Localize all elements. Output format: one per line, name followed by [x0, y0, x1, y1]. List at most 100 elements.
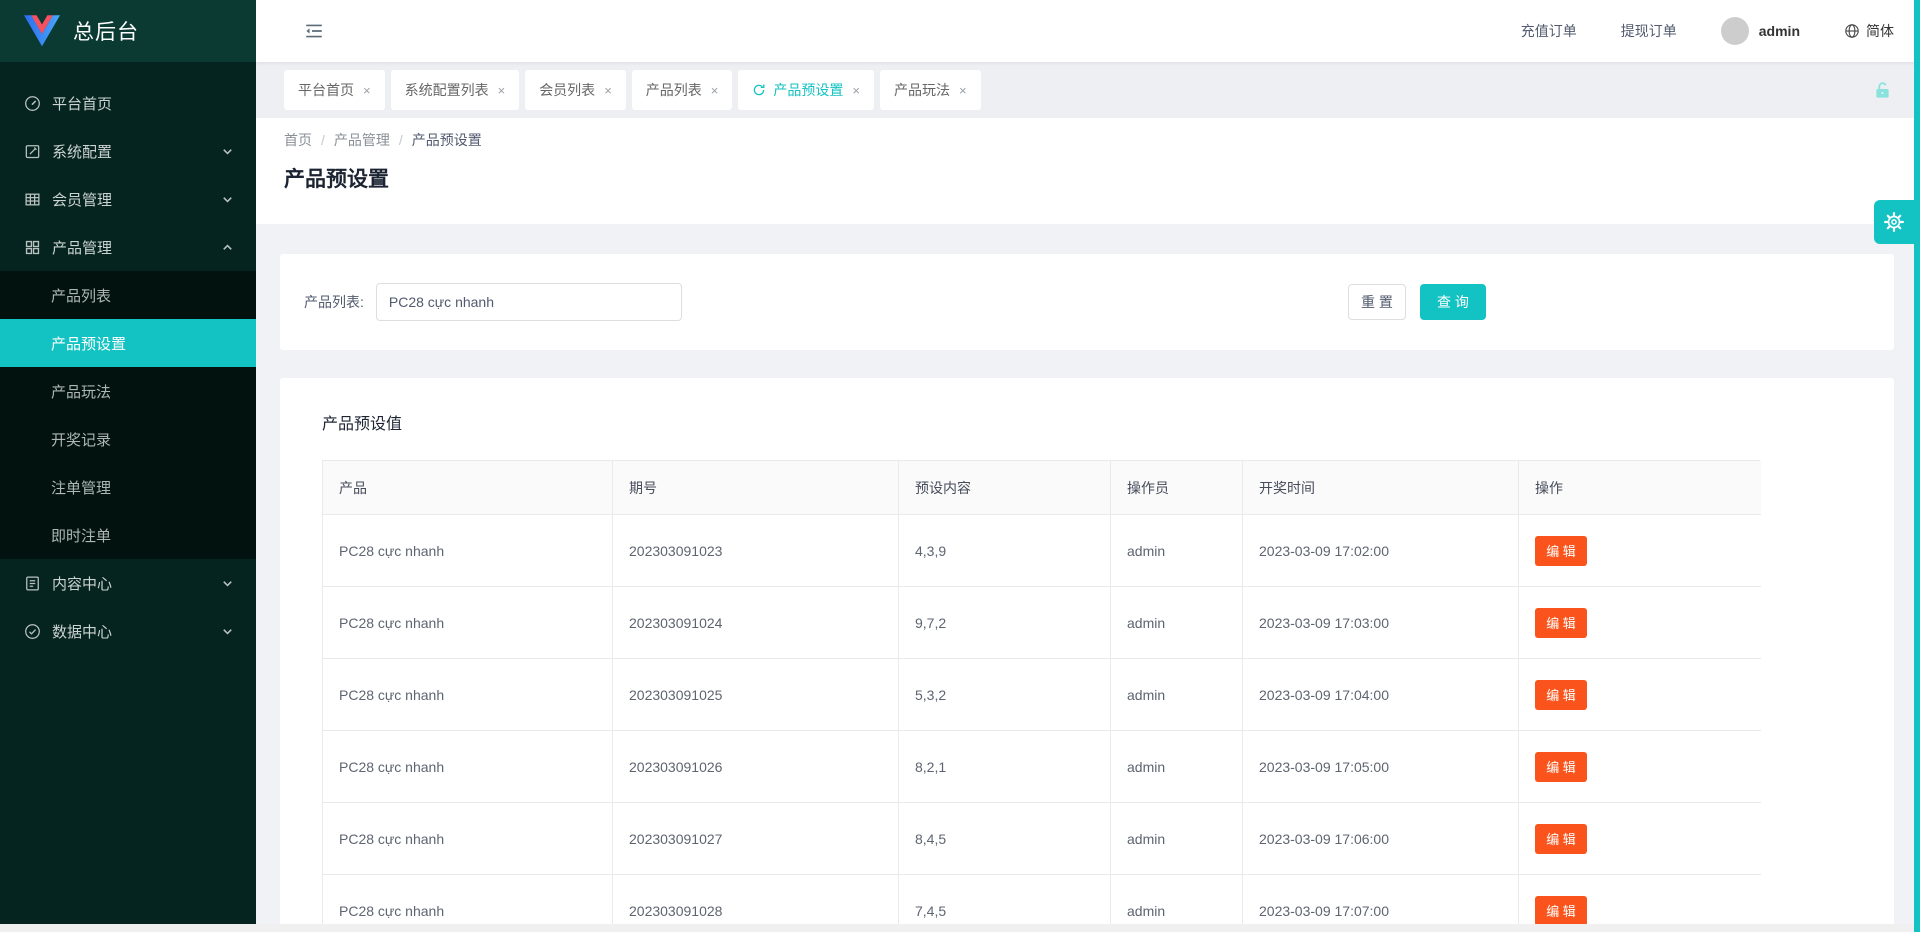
- sync-icon: [752, 83, 766, 97]
- cell-product: PC28 cực nhanh: [323, 587, 613, 659]
- product-select[interactable]: PC28 cực nhanh: [376, 283, 682, 321]
- tab-会员列表[interactable]: 会员列表×: [525, 70, 626, 110]
- sidebar-subitem-产品列表[interactable]: 产品列表: [0, 271, 256, 319]
- sidebar-item-label: 系统配置: [52, 141, 112, 162]
- close-icon[interactable]: ×: [498, 84, 506, 97]
- cell-issue: 202303091026: [613, 731, 899, 803]
- cell-action: 编 辑: [1519, 515, 1761, 587]
- sidebar-item-label: 产品管理: [52, 237, 112, 258]
- user-menu[interactable]: admin: [1721, 17, 1800, 45]
- cell-preset: 9,7,2: [899, 587, 1111, 659]
- breadcrumb: 首页 / 产品管理 / 产品预设置: [284, 130, 1920, 150]
- recharge-orders-link[interactable]: 充值订单: [1521, 21, 1577, 41]
- topbar: 充值订单 提现订单 admin 简体: [256, 0, 1920, 62]
- cell-product: PC28 cực nhanh: [323, 803, 613, 875]
- sidebar-subitem-label: 注单管理: [51, 477, 111, 498]
- edit-square-icon: [24, 143, 41, 160]
- withdraw-orders-link[interactable]: 提现订单: [1621, 21, 1677, 41]
- sidebar-item-平台首页[interactable]: 平台首页: [0, 79, 256, 127]
- cell-action: 编 辑: [1519, 659, 1761, 731]
- cell-issue: 202303091024: [613, 587, 899, 659]
- breadcrumb-item-产品管理[interactable]: 产品管理: [334, 130, 390, 150]
- close-icon[interactable]: ×: [711, 84, 719, 97]
- lock-open-icon[interactable]: [1873, 81, 1892, 100]
- topbar-right: 充值订单 提现订单 admin 简体: [1521, 17, 1894, 45]
- column-header-产品: 产品: [323, 461, 613, 515]
- cell-issue: 202303091027: [613, 803, 899, 875]
- close-icon[interactable]: ×: [363, 84, 371, 97]
- breadcrumb-item-首页[interactable]: 首页: [284, 130, 312, 150]
- sidebar-item-会员管理[interactable]: 会员管理: [0, 175, 256, 223]
- cell-draw_time: 2023-03-09 17:04:00: [1243, 659, 1519, 731]
- tab-系统配置列表[interactable]: 系统配置列表×: [391, 70, 520, 110]
- cell-draw_time: 2023-03-09 17:05:00: [1243, 731, 1519, 803]
- breadcrumb-separator: /: [399, 132, 403, 148]
- chevron-down-icon: [219, 191, 236, 208]
- edit-button[interactable]: 编 辑: [1535, 680, 1587, 710]
- username: admin: [1759, 23, 1800, 39]
- filter-buttons: 重 置 查 询: [1348, 284, 1486, 320]
- edit-button[interactable]: 编 辑: [1535, 752, 1587, 782]
- sidebar-menu: 平台首页系统配置会员管理产品管理产品列表产品预设置产品玩法开奖记录注单管理即时注…: [0, 62, 256, 655]
- table-header-row: 产品期号预设内容操作员开奖时间操作: [323, 461, 1759, 515]
- settings-button[interactable]: [1874, 200, 1914, 244]
- sidebar-item-label: 平台首页: [52, 93, 112, 114]
- reset-button[interactable]: 重 置: [1348, 284, 1406, 320]
- language-switcher[interactable]: 简体: [1844, 21, 1894, 41]
- tab-list: 平台首页×系统配置列表×会员列表×产品列表×产品预设置×产品玩法×: [284, 70, 987, 110]
- breadcrumb-item-产品预设置: 产品预设置: [412, 130, 482, 150]
- tab-产品预设置[interactable]: 产品预设置×: [738, 70, 874, 110]
- edit-button[interactable]: 编 辑: [1535, 824, 1587, 854]
- query-button[interactable]: 查 询: [1420, 284, 1486, 320]
- cell-product: PC28 cực nhanh: [323, 731, 613, 803]
- chevron-down-icon: [219, 575, 236, 592]
- chevron-down-icon: [219, 143, 236, 160]
- close-icon[interactable]: ×: [604, 84, 612, 97]
- menu-fold-icon[interactable]: [304, 21, 324, 41]
- dashboard-icon: [24, 95, 41, 112]
- page-head: 首页 / 产品管理 / 产品预设置 产品预设置: [256, 118, 1920, 224]
- sidebar-subitem-产品玩法[interactable]: 产品玩法: [0, 367, 256, 415]
- sidebar-submenu: 产品列表产品预设置产品玩法开奖记录注单管理即时注单: [0, 271, 256, 559]
- sidebar-subitem-注单管理[interactable]: 注单管理: [0, 463, 256, 511]
- vertical-scrollbar[interactable]: [1914, 0, 1920, 932]
- cell-operator: admin: [1111, 515, 1243, 587]
- cell-action: 编 辑: [1519, 587, 1761, 659]
- app-logo-icon: [24, 15, 60, 47]
- close-icon[interactable]: ×: [852, 84, 860, 97]
- cell-issue: 202303091025: [613, 659, 899, 731]
- horizontal-scrollbar[interactable]: [0, 924, 1914, 932]
- column-header-预设内容: 预设内容: [899, 461, 1111, 515]
- edit-button[interactable]: 编 辑: [1535, 536, 1587, 566]
- cell-product: PC28 cực nhanh: [323, 659, 613, 731]
- edit-button[interactable]: 编 辑: [1535, 608, 1587, 638]
- tabbar: 平台首页×系统配置列表×会员列表×产品列表×产品预设置×产品玩法×: [256, 62, 1920, 118]
- sidebar-item-内容中心[interactable]: 内容中心: [0, 559, 256, 607]
- avatar: [1721, 17, 1749, 45]
- sidebar-subitem-label: 开奖记录: [51, 429, 111, 450]
- sidebar-subitem-即时注单[interactable]: 即时注单: [0, 511, 256, 559]
- sidebar-item-数据中心[interactable]: 数据中心: [0, 607, 256, 655]
- cell-draw_time: 2023-03-09 17:03:00: [1243, 587, 1519, 659]
- sidebar-item-产品管理[interactable]: 产品管理: [0, 223, 256, 271]
- sidebar-subitem-产品预设置[interactable]: 产品预设置: [0, 319, 256, 367]
- tab-产品列表[interactable]: 产品列表×: [632, 70, 733, 110]
- appstore-icon: [24, 239, 41, 256]
- edit-button[interactable]: 编 辑: [1535, 896, 1587, 926]
- sidebar-item-label: 内容中心: [52, 573, 112, 594]
- table-row: PC28 cực nhanh2023030910278,4,5admin2023…: [323, 803, 1759, 875]
- sidebar-item-系统配置[interactable]: 系统配置: [0, 127, 256, 175]
- breadcrumb-separator: /: [321, 132, 325, 148]
- sidebar-subitem-开奖记录[interactable]: 开奖记录: [0, 415, 256, 463]
- cell-preset: 8,4,5: [899, 803, 1111, 875]
- cell-action: 编 辑: [1519, 731, 1761, 803]
- cell-issue: 202303091023: [613, 515, 899, 587]
- cell-preset: 5,3,2: [899, 659, 1111, 731]
- product-select-value: PC28 cực nhanh: [389, 294, 494, 310]
- close-icon[interactable]: ×: [959, 84, 967, 97]
- tab-产品玩法[interactable]: 产品玩法×: [880, 70, 981, 110]
- sidebar-subitem-label: 产品玩法: [51, 381, 111, 402]
- cell-draw_time: 2023-03-09 17:02:00: [1243, 515, 1519, 587]
- language-label: 简体: [1866, 21, 1894, 41]
- tab-平台首页[interactable]: 平台首页×: [284, 70, 385, 110]
